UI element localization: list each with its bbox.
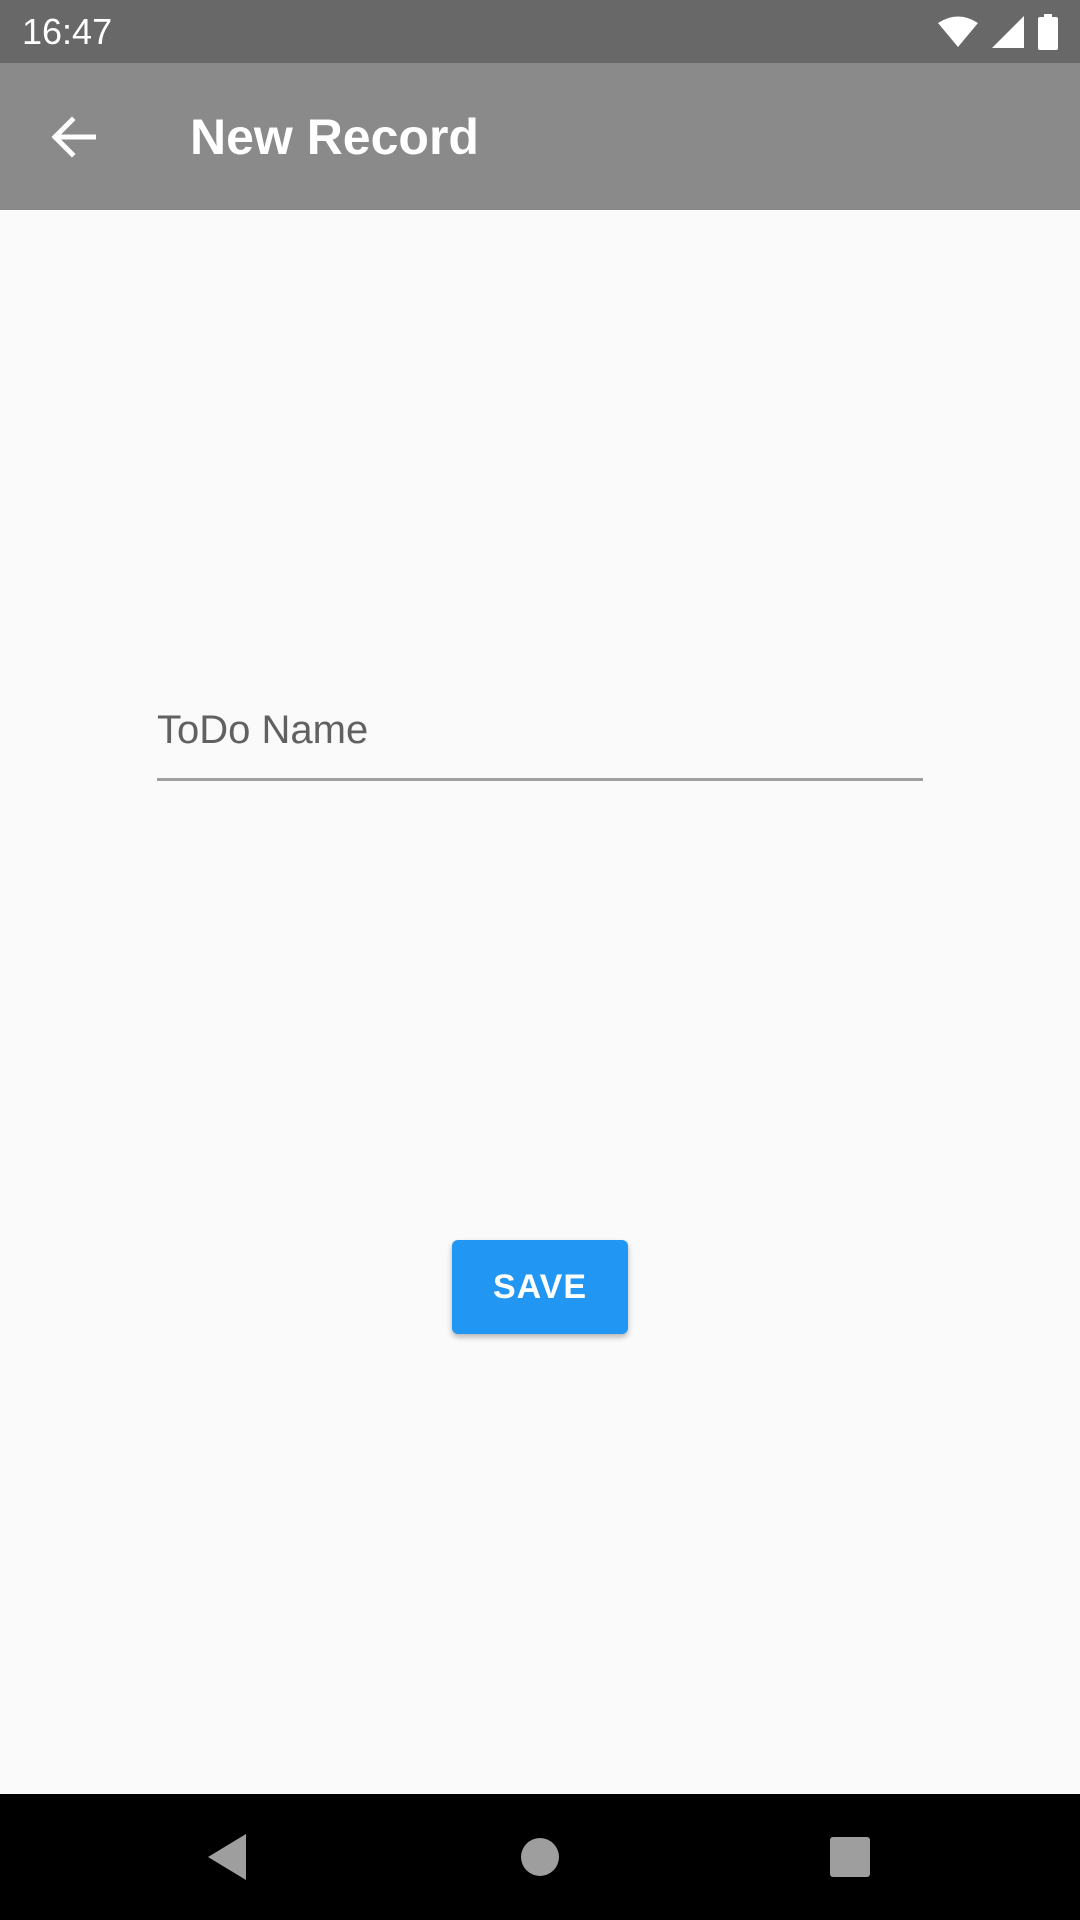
save-button[interactable]: SAVE — [452, 1240, 628, 1334]
page-title: New Record — [190, 109, 479, 165]
app-bar: New Record — [0, 63, 1080, 210]
todo-name-field — [157, 680, 923, 782]
signal-icon — [992, 16, 1024, 48]
nav-back-button[interactable] — [198, 1827, 258, 1887]
back-triangle-icon — [208, 1834, 246, 1880]
todo-name-underline — [157, 778, 923, 781]
system-nav-bar — [0, 1794, 1080, 1920]
status-time: 16:47 — [22, 11, 113, 52]
status-icons — [938, 12, 1058, 52]
arrow-back-icon — [51, 116, 96, 158]
home-circle-icon — [521, 1838, 559, 1876]
recents-square-icon — [830, 1837, 870, 1877]
wifi-icon — [938, 16, 978, 47]
nav-home-button[interactable] — [510, 1827, 570, 1887]
battery-icon — [1038, 14, 1058, 50]
status-bar: 16:47 — [0, 0, 1080, 63]
nav-recents-button[interactable] — [820, 1827, 880, 1887]
todo-name-input[interactable] — [157, 680, 923, 780]
back-button[interactable] — [38, 105, 108, 169]
